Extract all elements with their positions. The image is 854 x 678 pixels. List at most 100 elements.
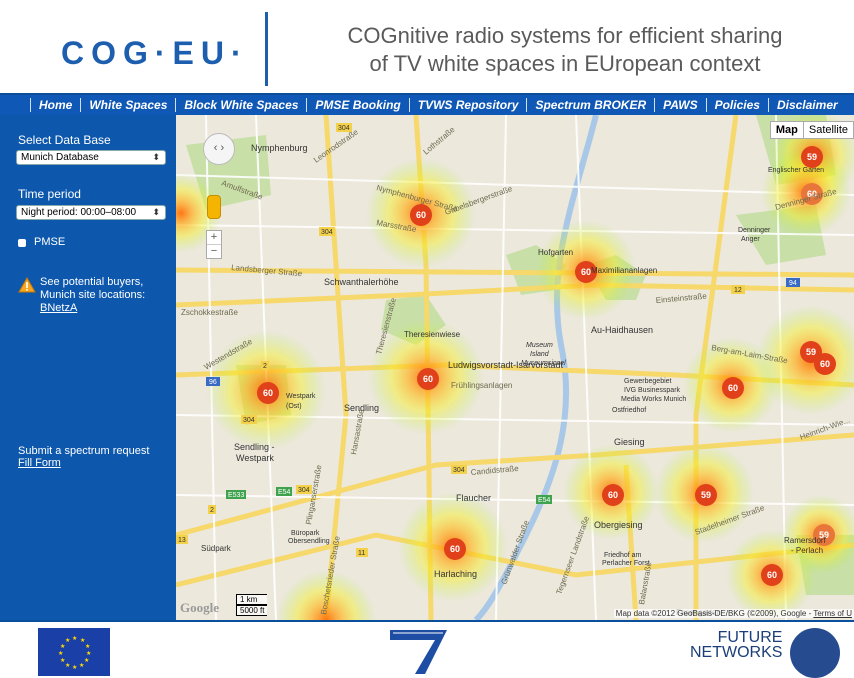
google-logo: Google (180, 600, 219, 615)
cogeu-logo[interactable]: COG·EU· (55, 18, 255, 78)
svg-text:Theresienwiese: Theresienwiese (404, 330, 461, 339)
svg-text:60: 60 (263, 388, 273, 398)
marker[interactable]: 60 (722, 377, 744, 399)
database-select-value: Munich Database (21, 152, 99, 163)
svg-text:★: ★ (60, 657, 65, 664)
svg-text:(Ost): (Ost) (286, 403, 302, 410)
svg-text:Anger: Anger (741, 236, 760, 243)
nav-spectrum-broker[interactable]: Spectrum BROKER (526, 98, 654, 112)
buyers-line-1: See potential buyers, (40, 276, 144, 288)
pan-control-icon[interactable]: ‹ › (203, 133, 235, 165)
marker[interactable]: 60 (444, 538, 466, 560)
tagline-line-1: COGnitive radio systems for efficient sh… (347, 23, 783, 48)
svg-text:304: 304 (453, 467, 465, 474)
svg-text:60: 60 (767, 570, 777, 580)
buyers-info: See potential buyers, Munich site locati… (40, 276, 145, 315)
svg-text:304: 304 (338, 125, 350, 132)
svg-text:Perlacher Forst: Perlacher Forst (602, 560, 650, 567)
svg-text:60: 60 (608, 490, 618, 500)
page-header: COG·EU· COGnitive radio systems for effi… (0, 0, 854, 95)
time-period-value: Night period: 00:00–08:00 (21, 207, 137, 218)
nav-disclaimer[interactable]: Disclaimer (767, 98, 846, 112)
svg-text:Obergiesing: Obergiesing (594, 520, 643, 530)
street-view-pegman-icon[interactable] (207, 195, 221, 219)
map-type-satellite-button[interactable]: Satellite (804, 122, 853, 138)
svg-text:★: ★ (65, 662, 70, 669)
nav-tvws-repository[interactable]: TVWS Repository (408, 98, 527, 112)
zoom-out-button[interactable]: − (207, 245, 221, 258)
marker[interactable]: 59 (695, 484, 717, 506)
svg-text:Büropark: Büropark (291, 530, 320, 537)
project-tagline: COGnitive radio systems for efficient sh… (285, 22, 845, 78)
svg-text:2: 2 (263, 363, 267, 370)
zoom-in-button[interactable]: + (207, 231, 221, 245)
svg-text:60: 60 (423, 374, 433, 384)
svg-text:Media Works Munich: Media Works Munich (621, 396, 686, 403)
nav-white-spaces[interactable]: White Spaces (80, 98, 175, 112)
svg-text:Friedhof am: Friedhof am (604, 552, 642, 559)
marker[interactable]: 60 (410, 204, 432, 226)
svg-text:E54: E54 (538, 497, 551, 504)
svg-text:Schwanthalerhöhe: Schwanthalerhöhe (324, 277, 399, 287)
svg-text:Giesing: Giesing (614, 437, 645, 447)
fill-form-link[interactable]: Fill Form (18, 457, 61, 469)
pmse-label: PMSE (34, 236, 66, 248)
svg-text:11: 11 (358, 550, 365, 557)
nav-policies[interactable]: Policies (705, 98, 768, 112)
fn-line-1: FUTURE (717, 629, 783, 646)
marker[interactable]: 59 (801, 146, 823, 168)
svg-text:Museum: Museum (526, 342, 553, 349)
map-scale: 1 km 5000 ft (236, 594, 268, 616)
svg-text:IVG Businesspark: IVG Businesspark (624, 387, 681, 394)
time-period-select[interactable]: Night period: 00:00–08:00 ⬍ (16, 205, 166, 220)
header-divider (265, 12, 268, 86)
svg-text:94: 94 (789, 280, 797, 287)
request-text: Submit a spectrum request (18, 445, 150, 457)
terms-link[interactable]: Terms of U (813, 609, 852, 618)
marker[interactable]: 60 (814, 353, 836, 375)
svg-text:59: 59 (806, 347, 816, 357)
tagline-line-2: of TV white spaces in EUropean context (369, 51, 761, 76)
marker[interactable]: 60 (417, 368, 439, 390)
svg-text:Westpark: Westpark (236, 453, 274, 463)
map-view[interactable]: 60 60 60 60 60 60 59 60 59 60 59 60 60 5… (176, 115, 854, 620)
svg-text:Au-Haidhausen: Au-Haidhausen (591, 325, 653, 335)
marker[interactable]: 60 (602, 484, 624, 506)
map-type-control: Map Satellite (769, 121, 854, 139)
svg-text:304: 304 (321, 229, 333, 236)
svg-text:60: 60 (450, 544, 460, 554)
svg-text:- Perlach: - Perlach (791, 546, 823, 555)
svg-text:Ramersdorf: Ramersdorf (784, 536, 827, 545)
svg-text:Obersendling: Obersendling (288, 538, 330, 545)
map-type-map-button[interactable]: Map (771, 122, 804, 138)
eu-flag-icon: ★ ★★ ★★★ ★★★ ★★★ (38, 628, 110, 676)
spectrum-request: Submit a spectrum request Fill Form (18, 445, 149, 469)
database-select[interactable]: Munich Database ⬍ (16, 150, 166, 165)
svg-text:96: 96 (209, 379, 217, 386)
svg-text:★: ★ (72, 664, 77, 671)
svg-text:Flaucher: Flaucher (456, 493, 491, 503)
map-canvas[interactable]: 60 60 60 60 60 60 59 60 59 60 59 60 60 5… (176, 115, 854, 620)
nav-home[interactable]: Home (30, 98, 80, 112)
future-networks-logo: FUTURE NETWORKS (690, 629, 783, 661)
marker[interactable]: 60 (257, 382, 279, 404)
svg-text:★: ★ (60, 643, 65, 650)
svg-text:Sendling -: Sendling - (234, 442, 275, 452)
nav-paws[interactable]: PAWS (654, 98, 705, 112)
svg-text:Island: Island (530, 351, 550, 358)
svg-text:★: ★ (79, 662, 84, 669)
marker[interactable]: 60 (761, 564, 783, 586)
svg-text:★: ★ (72, 635, 77, 642)
page-footer: ★ ★ ★ ★ ★ ★ ★ ★ ★ ★ ★ ★ FUTURE NETWORKS (0, 620, 854, 678)
pmse-checkbox[interactable] (18, 239, 26, 247)
nav-block-white-spaces[interactable]: Block White Spaces (175, 98, 306, 112)
logo-text: COG·EU· (61, 35, 249, 71)
svg-text:59: 59 (701, 490, 711, 500)
svg-text:★: ★ (65, 637, 70, 644)
attribution-text: Map data ©2012 GeoBasis-DE/BKG (©2009), … (615, 609, 814, 618)
svg-text:Frühlingsanlagen: Frühlingsanlagen (451, 381, 512, 390)
bnetza-link[interactable]: BNetzA (40, 302, 77, 314)
svg-text:60: 60 (728, 383, 738, 393)
svg-text:★: ★ (85, 643, 90, 650)
nav-pmse-booking[interactable]: PMSE Booking (306, 98, 408, 112)
